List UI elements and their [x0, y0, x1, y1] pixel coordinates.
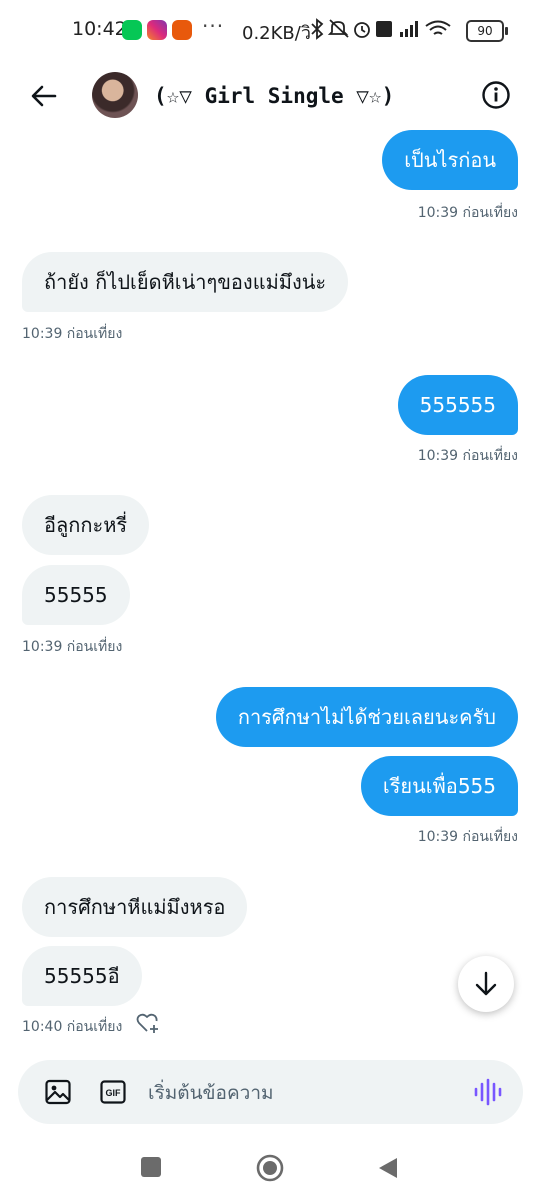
- conversation-title[interactable]: (☆▽ Girl Single ▽☆): [154, 84, 394, 108]
- bluetooth-icon: [311, 18, 324, 40]
- message-timestamp: 10:39 ก่อนเที่ยง: [417, 205, 518, 221]
- message-timestamp: 10:39 ก่อนเที่ยง: [417, 448, 518, 464]
- alarm-icon: [354, 22, 370, 38]
- message-input[interactable]: [146, 1076, 450, 1110]
- back-button[interactable]: [28, 80, 60, 112]
- wifi-icon: [425, 20, 451, 35]
- voice-waveform-icon: [474, 1078, 502, 1106]
- instagram-app-icon: [147, 20, 167, 40]
- message-outgoing[interactable]: 555555: [397, 375, 518, 435]
- arrow-down-icon: [475, 971, 497, 996]
- message-timestamp: 10:40 ก่อนเที่ยง: [22, 1019, 123, 1035]
- message-outgoing[interactable]: การศึกษาไม่ได้ช่วยเลยนะครับ: [215, 687, 518, 747]
- message-outgoing[interactable]: เรียนเพื่อ555: [360, 756, 518, 816]
- scroll-to-bottom-button[interactable]: [458, 956, 514, 1012]
- add-reaction-button[interactable]: [136, 1012, 160, 1034]
- voice-message-button[interactable]: [473, 1078, 503, 1106]
- avatar[interactable]: [92, 72, 138, 118]
- system-back-button[interactable]: [377, 1156, 399, 1180]
- message-timestamp: 10:39 ก่อนเที่ยง: [22, 326, 123, 342]
- add-photo-button[interactable]: [44, 1078, 72, 1106]
- message-incoming[interactable]: การศึกษาหีแม่มึงหรอ: [22, 877, 248, 937]
- app-notification-icon: [172, 20, 192, 40]
- message-timestamp: 10:39 ก่อนเที่ยง: [22, 639, 123, 655]
- add-gif-button[interactable]: GIF: [100, 1080, 126, 1104]
- message-incoming[interactable]: 55555อี: [22, 946, 142, 1006]
- system-status-icons: [310, 18, 460, 45]
- svg-text:GIF: GIF: [106, 1088, 122, 1098]
- signal-icon: [400, 21, 418, 37]
- status-bar: 10:42 ··· 0.2KB/วิ 90: [0, 0, 540, 60]
- gif-icon: GIF: [100, 1080, 126, 1104]
- message-incoming[interactable]: 55555: [22, 565, 130, 625]
- heart-plus-icon: [136, 1013, 158, 1033]
- message-composer: GIF: [18, 1060, 523, 1124]
- volte-icon: [376, 21, 392, 37]
- image-icon: [45, 1079, 71, 1105]
- network-speed: 0.2KB/วิ: [242, 23, 311, 44]
- triangle-back-icon: [379, 1158, 397, 1178]
- info-icon: [482, 81, 510, 109]
- more-notifications-icon: ···: [202, 14, 225, 38]
- message-incoming[interactable]: อีลูกกะหรี่: [22, 495, 150, 555]
- mute-icon: [327, 19, 349, 38]
- status-time: 10:42: [72, 18, 127, 40]
- recent-apps-button[interactable]: [141, 1157, 161, 1177]
- home-circle-icon: [256, 1154, 284, 1182]
- battery-icon: 90: [466, 20, 508, 42]
- back-arrow-icon: [31, 85, 57, 107]
- message-incoming[interactable]: ถ้ายัง ก็ไปเย็ดหีเน่าๆของแม่มึงน่ะ: [22, 252, 349, 312]
- info-button[interactable]: [481, 80, 511, 110]
- message-timestamp: 10:39 ก่อนเที่ยง: [417, 829, 518, 845]
- system-navigation-bar: [0, 1136, 540, 1200]
- chat-header: (☆▽ Girl Single ▽☆): [0, 60, 540, 132]
- message-outgoing[interactable]: เป็นไรก่อน: [382, 130, 518, 190]
- line-app-icon: [122, 20, 142, 40]
- home-button[interactable]: [256, 1154, 284, 1182]
